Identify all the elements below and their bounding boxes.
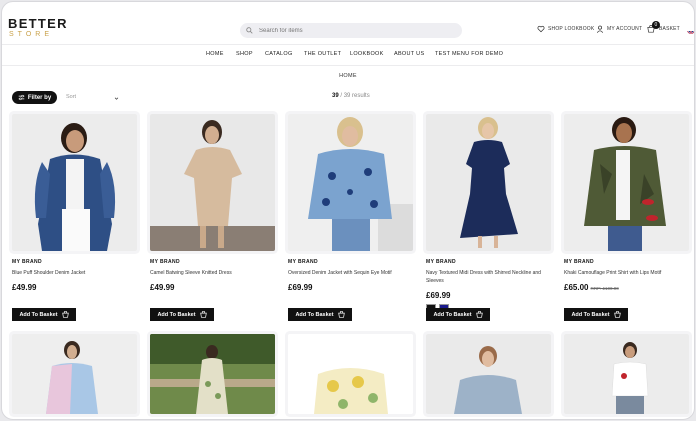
product-card[interactable]: MY BRAND Navy Textured Midi Dress with S…: [426, 114, 556, 314]
add-to-basket-button[interactable]: Add To Basket: [564, 308, 628, 321]
product-name[interactable]: Oversized Denim Jacket with Sequin Eye M…: [288, 269, 416, 277]
sliders-icon: [18, 94, 25, 101]
product-image[interactable]: [564, 114, 689, 251]
basket-icon: [199, 311, 207, 318]
browser-frame: BETTER STORE SHOP LOOKBOOK MY ACCOUNT 0 …: [1, 1, 695, 420]
results-count: 39 / 39 results: [332, 93, 370, 99]
search-bar[interactable]: [240, 23, 462, 38]
search-input[interactable]: [259, 27, 449, 34]
price-current: £69.99: [288, 283, 313, 292]
product-card[interactable]: [564, 334, 694, 414]
product-card[interactable]: [288, 334, 418, 414]
filter-label: Filter by: [27, 94, 52, 101]
product-image[interactable]: [426, 334, 551, 414]
shop-lookbook-label: SHOP LOOKBOOK: [548, 26, 595, 32]
nav-the-outlet[interactable]: THE OUTLET: [304, 51, 341, 57]
product-card[interactable]: MY BRAND Khaki Camouflage Print Shirt wi…: [564, 114, 694, 292]
basket-label: BASKET: [659, 26, 680, 32]
price-current: £49.99: [12, 283, 37, 292]
basket-icon: [613, 311, 621, 318]
product-price: £69.99: [426, 291, 556, 300]
add-to-basket-button[interactable]: Add To Basket: [12, 308, 76, 321]
add-to-basket-label: Add To Basket: [433, 311, 472, 318]
product-image[interactable]: [288, 334, 413, 414]
my-account-link[interactable]: MY ACCOUNT: [596, 25, 642, 33]
basket-icon-wrap: 0: [647, 21, 660, 33]
product-name[interactable]: Camel Batwing Sleeve Knitted Dress: [150, 269, 278, 277]
header-divider: [2, 44, 694, 45]
product-image[interactable]: [564, 334, 689, 414]
nav-lookbook[interactable]: LOOKBOOK: [350, 51, 384, 57]
product-card[interactable]: [12, 334, 142, 414]
product-card[interactable]: MY BRAND Blue Puff Shoulder Denim Jacket…: [12, 114, 142, 292]
add-to-basket-button[interactable]: Add To Basket: [150, 308, 214, 321]
add-to-basket-label: Add To Basket: [295, 311, 334, 318]
logo-text-top: BETTER: [8, 16, 68, 31]
price-current: £69.99: [426, 291, 451, 300]
basket-count-badge: 0: [652, 21, 660, 29]
results-shown: 39: [332, 93, 339, 99]
product-image[interactable]: [426, 114, 551, 251]
product-brand: MY BRAND: [12, 259, 43, 265]
product-card[interactable]: MY BRAND Camel Batwing Sleeve Knitted Dr…: [150, 114, 280, 292]
search-icon: [246, 27, 253, 34]
product-price: £49.99: [12, 283, 142, 292]
price-current: £49.99: [150, 283, 175, 292]
product-image[interactable]: [150, 114, 275, 251]
product-image[interactable]: [288, 114, 413, 251]
product-price: £49.99: [150, 283, 280, 292]
logo-text-bottom: STORE: [9, 31, 53, 38]
sort-select[interactable]: Sort: [66, 94, 76, 100]
chevron-down-icon[interactable]: [114, 96, 119, 101]
product-card[interactable]: [150, 334, 280, 414]
product-name[interactable]: Navy Textured Midi Dress with Shirred Ne…: [426, 269, 554, 285]
basket-link[interactable]: 0 BASKET: [647, 21, 680, 33]
add-to-basket-button[interactable]: Add To Basket: [426, 308, 490, 321]
add-to-basket-label: Add To Basket: [157, 311, 196, 318]
my-account-label: MY ACCOUNT: [607, 26, 643, 32]
user-icon: [596, 25, 604, 33]
product-image[interactable]: [12, 334, 137, 414]
filter-button[interactable]: Filter by: [12, 91, 57, 104]
nav-divider: [2, 65, 694, 66]
nav-test-menu[interactable]: TEST MENU FOR DEMO: [435, 51, 503, 57]
product-price: £65.00 RRP: £100.00: [564, 283, 694, 292]
price-was: RRP: £100.00: [590, 286, 619, 291]
heart-icon: [537, 25, 545, 33]
nav-catalog[interactable]: CATALOG: [265, 51, 293, 57]
product-image[interactable]: [12, 114, 137, 251]
product-name[interactable]: Blue Puff Shoulder Denim Jacket: [12, 269, 140, 277]
nav-home[interactable]: HOME: [206, 51, 224, 57]
product-brand: MY BRAND: [426, 259, 457, 265]
product-brand: MY BRAND: [150, 259, 181, 265]
results-total: / 39 results: [340, 93, 370, 99]
basket-icon: [475, 311, 483, 318]
product-image[interactable]: [150, 334, 275, 414]
store-logo[interactable]: BETTER STORE: [8, 17, 68, 40]
product-brand: MY BRAND: [288, 259, 319, 265]
add-to-basket-label: Add To Basket: [571, 311, 610, 318]
product-card[interactable]: MY BRAND Oversized Denim Jacket with Seq…: [288, 114, 418, 292]
add-to-basket-button[interactable]: Add To Basket: [288, 308, 352, 321]
basket-icon: [61, 311, 69, 318]
price-current: £65.00: [564, 283, 589, 292]
breadcrumb[interactable]: HOME: [2, 73, 694, 79]
add-to-basket-label: Add To Basket: [19, 311, 58, 318]
product-name[interactable]: Khaki Camouflage Print Shirt with Lips M…: [564, 269, 692, 277]
product-card[interactable]: [426, 334, 556, 414]
basket-icon: [337, 311, 345, 318]
nav-about-us[interactable]: ABOUT US: [394, 51, 424, 57]
nav-shop[interactable]: SHOP: [236, 51, 253, 57]
product-brand: MY BRAND: [564, 259, 595, 265]
product-price: £69.99: [288, 283, 418, 292]
shop-lookbook-link[interactable]: SHOP LOOKBOOK: [537, 25, 594, 33]
uk-flag-icon[interactable]: [687, 26, 694, 34]
